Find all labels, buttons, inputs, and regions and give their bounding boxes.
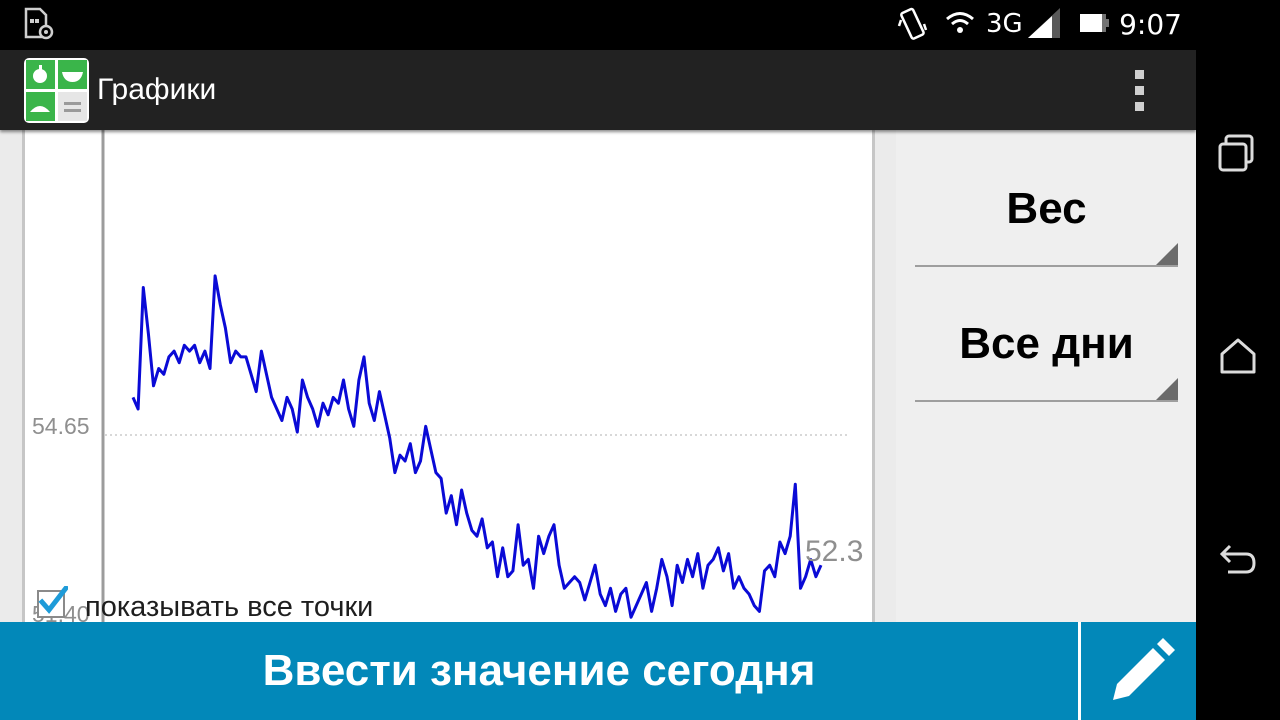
sim-settings-icon <box>24 7 54 40</box>
show-all-points-row[interactable]: показывать все точки <box>36 584 374 623</box>
enter-today-value-button[interactable]: Ввести значение сегодня <box>0 622 1078 720</box>
clock: 9:07 <box>1119 8 1182 41</box>
navigation-bar <box>1196 0 1280 720</box>
action-bar: Графики <box>0 50 1196 130</box>
chart-card: 54.6551.40 04.1113.1221.0129.0208.0418.0… <box>22 130 875 622</box>
overflow-menu-icon[interactable] <box>1126 68 1154 114</box>
period-spinner-label: Все дни <box>959 319 1134 368</box>
dropdown-arrow-icon <box>1156 243 1178 265</box>
dropdown-arrow-icon <box>1156 378 1178 400</box>
show-all-points-checkbox[interactable] <box>36 586 68 618</box>
right-panel: Вес Все дни <box>896 130 1196 622</box>
vibrate-icon <box>897 7 928 40</box>
recent-apps-icon[interactable] <box>1216 130 1260 178</box>
home-icon[interactable] <box>1216 334 1260 382</box>
back-icon[interactable] <box>1216 536 1260 580</box>
weight-chart[interactable]: 54.6551.40 04.1113.1221.0129.0208.0418.0… <box>25 130 872 622</box>
content-area: 54.6551.40 04.1113.1221.0129.0208.0418.0… <box>0 130 1196 622</box>
period-spinner[interactable]: Все дни <box>915 288 1178 402</box>
wifi-icon <box>946 12 974 33</box>
last-value-label: 52.3 <box>805 535 863 568</box>
series-line <box>131 274 823 619</box>
y-tick-label: 54.65 <box>32 413 90 439</box>
bottom-bar: Ввести значение сегодня <box>0 622 1196 720</box>
metric-spinner[interactable]: Вес <box>915 153 1178 267</box>
show-all-points-label: показывать все точки <box>85 590 374 623</box>
app-logo-icon[interactable] <box>24 58 89 123</box>
network-type: 3G <box>986 9 1023 39</box>
battery-icon <box>1080 14 1109 32</box>
metric-spinner-label: Вес <box>1006 184 1087 233</box>
status-bar: 3G 9:07 <box>0 0 1196 50</box>
signal-icon <box>1028 8 1060 38</box>
page-title: Графики <box>97 73 217 106</box>
pencil-icon[interactable] <box>1081 622 1196 720</box>
